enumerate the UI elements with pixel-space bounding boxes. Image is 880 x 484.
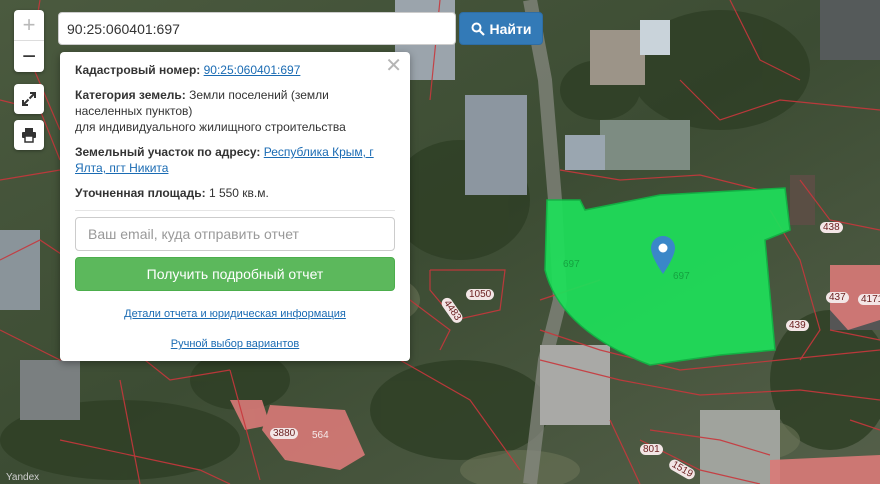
land-category-label: Категория земель: bbox=[75, 88, 186, 102]
land-use-value: для индивидуального жилищного строительс… bbox=[75, 120, 346, 134]
search-button-label: Найти bbox=[489, 20, 532, 37]
email-input[interactable] bbox=[75, 217, 395, 251]
report-details-link[interactable]: Детали отчета и юридическая информация bbox=[124, 308, 346, 320]
fullscreen-button[interactable] bbox=[14, 84, 44, 114]
zoom-control: + − bbox=[14, 10, 44, 72]
details-link-wrapper: Детали отчета и юридическая информация bbox=[75, 306, 395, 322]
land-category-row: Категория земель: Земли поселений (земли… bbox=[75, 87, 395, 135]
area-label: Уточненная площадь: bbox=[75, 186, 206, 200]
address-label: Земельный участок по адресу: bbox=[75, 145, 261, 159]
manual-link-wrapper: Ручной выбор вариантов bbox=[75, 336, 395, 352]
close-icon[interactable]: ✕ bbox=[385, 56, 402, 76]
cadastral-number-link[interactable]: 90:25:060401:697 bbox=[204, 63, 301, 77]
popup-divider bbox=[75, 210, 395, 211]
parcel-info-popup: ✕ Кадастровый номер: 90:25:060401:697 Ка… bbox=[60, 52, 410, 361]
manual-selection-link[interactable]: Ручной выбор вариантов bbox=[171, 338, 299, 350]
cadastral-number-row: Кадастровый номер: 90:25:060401:697 bbox=[75, 62, 395, 78]
area-row: Уточненная площадь: 1 550 кв.м. bbox=[75, 185, 395, 201]
fullscreen-icon bbox=[22, 92, 36, 106]
get-report-button-label: Получить подробный отчет bbox=[146, 266, 324, 282]
minus-icon: − bbox=[21, 42, 36, 70]
cadastral-number-label: Кадастровый номер: bbox=[75, 63, 201, 77]
print-button[interactable] bbox=[14, 120, 44, 150]
search-icon bbox=[471, 22, 485, 36]
cadastral-search-input[interactable] bbox=[58, 12, 456, 45]
get-report-button[interactable]: Получить подробный отчет bbox=[75, 257, 395, 291]
plus-icon: + bbox=[22, 12, 36, 37]
zoom-out-button[interactable]: − bbox=[14, 41, 44, 72]
search-button[interactable]: Найти bbox=[459, 12, 543, 45]
address-row: Земельный участок по адресу: Республика … bbox=[75, 144, 395, 176]
printer-icon bbox=[22, 128, 36, 143]
location-marker-icon[interactable] bbox=[651, 236, 675, 274]
area-value: 1 550 кв.м. bbox=[208, 186, 269, 200]
zoom-in-button[interactable]: + bbox=[14, 10, 44, 41]
